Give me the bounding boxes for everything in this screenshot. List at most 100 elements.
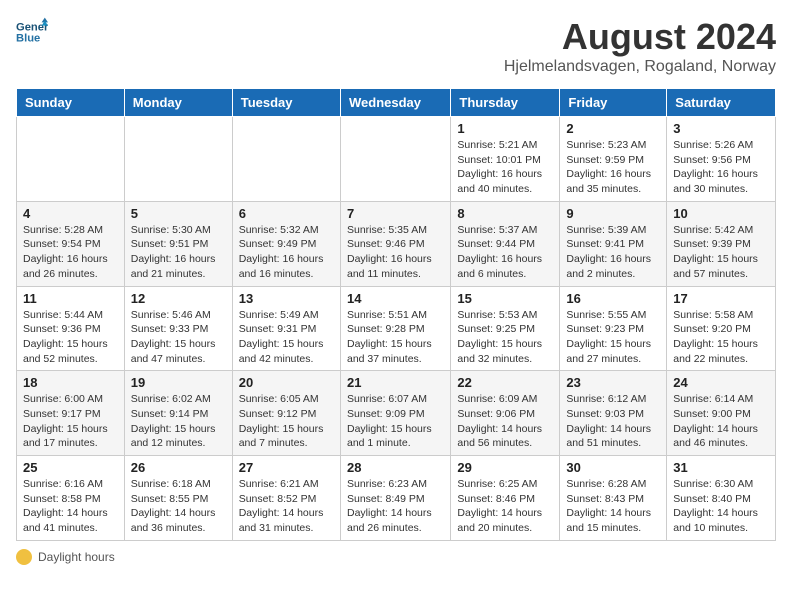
- title-area: August 2024 Hjelmelandsvagen, Rogaland, …: [504, 16, 776, 76]
- calendar-week-5: 25 Sunrise: 6:16 AMSunset: 8:58 PMDayligh…: [17, 456, 776, 541]
- calendar-cell: 7Sunrise: 5:35 AMSunset: 9:46 PMDaylight…: [340, 201, 450, 286]
- calendar-cell: 20 Sunrise: 6:05 AMSunset: 9:12 PMDayligh…: [232, 371, 340, 456]
- day-number: 31: [673, 460, 769, 475]
- day-info: Sunrise: 5:21 AMSunset: 10:01 PMDaylight…: [457, 138, 553, 197]
- weekday-header-sunday: Sunday: [17, 89, 125, 117]
- calendar-cell: 1 Sunrise: 5:21 AMSunset: 10:01 PMDayligh…: [451, 117, 560, 202]
- footer-label: Daylight hours: [38, 550, 115, 564]
- day-info: Sunrise: 6:02 AMSunset: 9:14 PMDaylight:…: [131, 392, 226, 451]
- weekday-header-thursday: Thursday: [451, 89, 560, 117]
- calendar-cell: 25 Sunrise: 6:16 AMSunset: 8:58 PMDayligh…: [17, 456, 125, 541]
- svg-text:Blue: Blue: [16, 33, 40, 45]
- calendar-cell: [232, 117, 340, 202]
- calendar-cell: 21 Sunrise: 6:07 AMSunset: 9:09 PMDayligh…: [340, 371, 450, 456]
- calendar-cell: 24Sunrise: 6:14 AMSunset: 9:00 PMDayligh…: [667, 371, 776, 456]
- day-info: Sunrise: 5:37 AMSunset: 9:44 PMDaylight:…: [457, 223, 553, 282]
- day-info: Sunrise: 6:21 AMSunset: 8:52 PMDaylight:…: [239, 477, 334, 536]
- day-info: Sunrise: 5:51 AMSunset: 9:28 PMDaylight:…: [347, 308, 444, 367]
- page-title: August 2024: [504, 16, 776, 58]
- weekday-header-friday: Friday: [560, 89, 667, 117]
- calendar-cell: 12 Sunrise: 5:46 AMSunset: 9:33 PMDayligh…: [124, 286, 232, 371]
- day-info: Sunrise: 5:55 AMSunset: 9:23 PMDaylight:…: [566, 308, 660, 367]
- calendar-cell: 22 Sunrise: 6:09 AMSunset: 9:06 PMDayligh…: [451, 371, 560, 456]
- day-info: Sunrise: 5:26 AMSunset: 9:56 PMDaylight:…: [673, 138, 769, 197]
- day-info: Sunrise: 6:12 AMSunset: 9:03 PMDaylight:…: [566, 392, 660, 451]
- page-subtitle: Hjelmelandsvagen, Rogaland, Norway: [504, 58, 776, 76]
- calendar-cell: [124, 117, 232, 202]
- day-info: Sunrise: 5:53 AMSunset: 9:25 PMDaylight:…: [457, 308, 553, 367]
- calendar-cell: 23 Sunrise: 6:12 AMSunset: 9:03 PMDayligh…: [560, 371, 667, 456]
- day-number: 15: [457, 291, 553, 306]
- day-number: 4: [23, 206, 118, 221]
- day-info: Sunrise: 5:46 AMSunset: 9:33 PMDaylight:…: [131, 308, 226, 367]
- day-info: Sunrise: 6:16 AMSunset: 8:58 PMDaylight:…: [23, 477, 118, 536]
- calendar-cell: 31Sunrise: 6:30 AMSunset: 8:40 PMDayligh…: [667, 456, 776, 541]
- calendar-cell: 29 Sunrise: 6:25 AMSunset: 8:46 PMDayligh…: [451, 456, 560, 541]
- day-number: 21: [347, 375, 444, 390]
- day-number: 30: [566, 460, 660, 475]
- day-number: 1: [457, 121, 553, 136]
- day-number: 23: [566, 375, 660, 390]
- calendar-cell: 8 Sunrise: 5:37 AMSunset: 9:44 PMDaylight…: [451, 201, 560, 286]
- calendar-cell: 13 Sunrise: 5:49 AMSunset: 9:31 PMDayligh…: [232, 286, 340, 371]
- day-info: Sunrise: 5:28 AMSunset: 9:54 PMDaylight:…: [23, 223, 118, 282]
- day-number: 7: [347, 206, 444, 221]
- day-number: 20: [239, 375, 334, 390]
- day-number: 9: [566, 206, 660, 221]
- day-number: 6: [239, 206, 334, 221]
- calendar-cell: 3 Sunrise: 5:26 AMSunset: 9:56 PMDaylight…: [667, 117, 776, 202]
- day-number: 10: [673, 206, 769, 221]
- weekday-header-saturday: Saturday: [667, 89, 776, 117]
- calendar-cell: 16 Sunrise: 5:55 AMSunset: 9:23 PMDayligh…: [560, 286, 667, 371]
- day-info: Sunrise: 6:14 AMSunset: 9:00 PMDaylight:…: [673, 392, 769, 451]
- day-number: 22: [457, 375, 553, 390]
- day-number: 16: [566, 291, 660, 306]
- day-info: Sunrise: 6:18 AMSunset: 8:55 PMDaylight:…: [131, 477, 226, 536]
- calendar-cell: 5 Sunrise: 5:30 AMSunset: 9:51 PMDaylight…: [124, 201, 232, 286]
- day-info: Sunrise: 6:25 AMSunset: 8:46 PMDaylight:…: [457, 477, 553, 536]
- calendar-week-1: 1 Sunrise: 5:21 AMSunset: 10:01 PMDayligh…: [17, 117, 776, 202]
- calendar-week-2: 4 Sunrise: 5:28 AMSunset: 9:54 PMDaylight…: [17, 201, 776, 286]
- daylight-icon: [16, 549, 32, 565]
- day-number: 12: [131, 291, 226, 306]
- calendar-cell: 15 Sunrise: 5:53 AMSunset: 9:25 PMDayligh…: [451, 286, 560, 371]
- logo: General Blue: [16, 16, 48, 48]
- day-number: 5: [131, 206, 226, 221]
- day-number: 28: [347, 460, 444, 475]
- weekday-header-monday: Monday: [124, 89, 232, 117]
- day-number: 29: [457, 460, 553, 475]
- calendar-cell: 10Sunrise: 5:42 AMSunset: 9:39 PMDayligh…: [667, 201, 776, 286]
- day-number: 8: [457, 206, 553, 221]
- calendar-week-3: 11 Sunrise: 5:44 AMSunset: 9:36 PMDayligh…: [17, 286, 776, 371]
- day-info: Sunrise: 5:44 AMSunset: 9:36 PMDaylight:…: [23, 308, 118, 367]
- day-number: 11: [23, 291, 118, 306]
- day-info: Sunrise: 6:09 AMSunset: 9:06 PMDaylight:…: [457, 392, 553, 451]
- day-number: 13: [239, 291, 334, 306]
- day-info: Sunrise: 5:49 AMSunset: 9:31 PMDaylight:…: [239, 308, 334, 367]
- day-number: 14: [347, 291, 444, 306]
- day-info: Sunrise: 5:58 AMSunset: 9:20 PMDaylight:…: [673, 308, 769, 367]
- calendar-cell: 30 Sunrise: 6:28 AMSunset: 8:43 PMDayligh…: [560, 456, 667, 541]
- calendar-cell: 18 Sunrise: 6:00 AMSunset: 9:17 PMDayligh…: [17, 371, 125, 456]
- day-info: Sunrise: 6:23 AMSunset: 8:49 PMDaylight:…: [347, 477, 444, 536]
- day-number: 19: [131, 375, 226, 390]
- day-info: Sunrise: 6:05 AMSunset: 9:12 PMDaylight:…: [239, 392, 334, 451]
- day-info: Sunrise: 6:28 AMSunset: 8:43 PMDaylight:…: [566, 477, 660, 536]
- day-number: 18: [23, 375, 118, 390]
- logo-icon: General Blue: [16, 16, 48, 48]
- calendar-table: SundayMondayTuesdayWednesdayThursdayFrid…: [16, 88, 776, 541]
- day-info: Sunrise: 6:00 AMSunset: 9:17 PMDaylight:…: [23, 392, 118, 451]
- day-number: 3: [673, 121, 769, 136]
- calendar-cell: [17, 117, 125, 202]
- day-number: 26: [131, 460, 226, 475]
- calendar-cell: 6Sunrise: 5:32 AMSunset: 9:49 PMDaylight…: [232, 201, 340, 286]
- weekday-header-row: SundayMondayTuesdayWednesdayThursdayFrid…: [17, 89, 776, 117]
- day-info: Sunrise: 5:30 AMSunset: 9:51 PMDaylight:…: [131, 223, 226, 282]
- header: General Blue August 2024 Hjelmelandsvage…: [16, 16, 776, 76]
- calendar-cell: 19 Sunrise: 6:02 AMSunset: 9:14 PMDayligh…: [124, 371, 232, 456]
- day-number: 25: [23, 460, 118, 475]
- calendar-cell: 26 Sunrise: 6:18 AMSunset: 8:55 PMDayligh…: [124, 456, 232, 541]
- calendar-cell: 4 Sunrise: 5:28 AMSunset: 9:54 PMDaylight…: [17, 201, 125, 286]
- day-info: Sunrise: 6:07 AMSunset: 9:09 PMDaylight:…: [347, 392, 444, 451]
- calendar-cell: 2Sunrise: 5:23 AMSunset: 9:59 PMDaylight…: [560, 117, 667, 202]
